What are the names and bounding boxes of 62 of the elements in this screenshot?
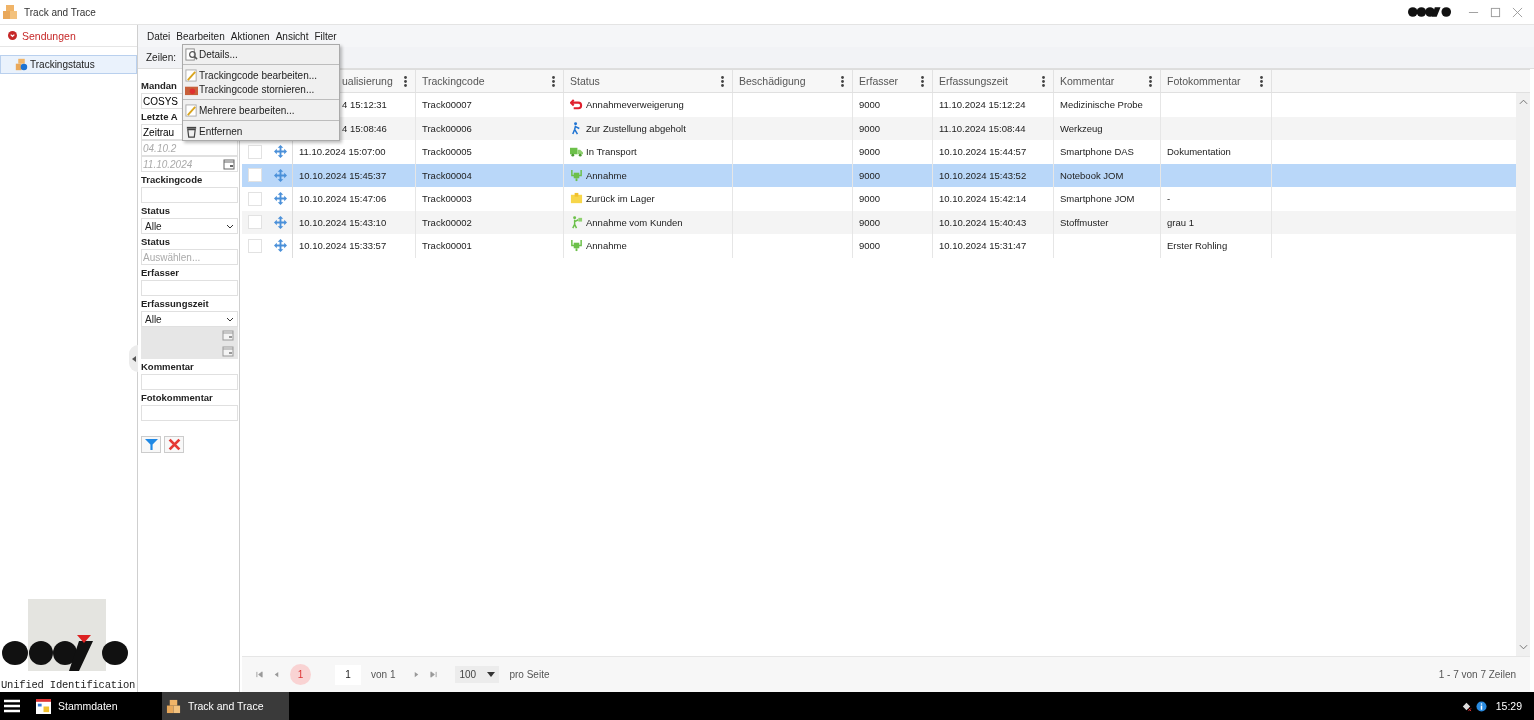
table-cell: Werkzeug	[1060, 122, 1103, 134]
table-cell: 10.10.2024 15:43:52	[939, 169, 1027, 181]
table-cell: 11.10.2024 15:12:24	[939, 99, 1026, 111]
filter-label: Mandan	[141, 79, 177, 93]
rows-label: Zeilen:	[146, 52, 176, 63]
table-cell: 9000	[859, 216, 881, 228]
table-cell: Annahme	[586, 240, 627, 252]
row-summary: 1 - 7 von 7 Zeilen	[1438, 669, 1516, 680]
table-cell: Track00001	[422, 240, 472, 252]
table-cell: 10.10.2024 15:43:10	[299, 216, 387, 228]
table-cell: 10.10.2024 15:33:57	[299, 240, 387, 252]
table-cell: 9000	[859, 169, 881, 181]
table-cell: Zurück im Lager	[586, 193, 655, 205]
table-cell: Smartphone JOM	[1060, 193, 1135, 205]
table-cell: 11.10.2024 15:07:00	[299, 146, 386, 158]
table-cell: Zur Zustellung abgeholt	[586, 122, 686, 134]
clock: 15:29	[1495, 700, 1522, 712]
table-cell: Annahme vom Kunden	[586, 216, 683, 228]
filter-label: Erfasser	[141, 266, 180, 280]
table-cell: Annahmeverweigerung	[586, 99, 684, 111]
table-cell: 9000	[859, 99, 881, 111]
table-cell: 10.10.2024 15:47:06	[299, 193, 387, 205]
table-cell: 4 15:08:46	[342, 122, 387, 134]
page-size-label: pro Seite	[509, 669, 550, 680]
table-cell: Medizinische Probe	[1060, 99, 1143, 111]
filter-label: Letzte A	[141, 110, 178, 124]
table-cell: 9000	[859, 193, 881, 205]
table-cell: grau 1	[1167, 216, 1194, 228]
filter-label: Kommentar	[141, 360, 194, 374]
table-cell: Track00005	[422, 146, 472, 158]
table-cell: Track00002	[422, 216, 472, 228]
table-cell: In Transport	[586, 146, 637, 158]
table-cell: Notebook JOM	[1060, 169, 1124, 181]
table-cell: 10.10.2024 15:42:14	[939, 193, 1027, 205]
logo-caption: Unified Identification	[1, 679, 136, 691]
section-title: Sendungen	[22, 29, 76, 42]
filter-label: Trackingcode	[141, 173, 203, 187]
table-cell: Smartphone DAS	[1060, 146, 1134, 158]
table-cell: Track00006	[422, 122, 472, 134]
table-cell: 4 15:12:31	[342, 99, 387, 111]
filter-label: Erfassungszeit	[141, 297, 209, 311]
filter-label: Fotokommentar	[141, 391, 213, 405]
table-cell: 11.10.2024 15:08:44	[939, 122, 1026, 134]
filter-label: Status	[141, 235, 171, 249]
table-cell: Track00003	[422, 193, 472, 205]
window-title: Track and Trace	[24, 6, 96, 18]
table-cell: 9000	[859, 146, 881, 158]
table-cell: Annahme	[586, 169, 627, 181]
table-cell: Track00004	[422, 169, 472, 181]
table-cell: Dokumentation	[1167, 146, 1231, 158]
table-cell: 10.10.2024 15:40:43	[939, 216, 1027, 228]
table-cell: 10.10.2024 15:31:47	[939, 240, 1027, 252]
filter-label: Status	[141, 204, 171, 218]
page-total: von 1	[371, 669, 396, 680]
table-cell: 10.10.2024 15:44:57	[939, 146, 1027, 158]
table-cell: 10.10.2024 15:45:37	[299, 169, 387, 181]
table-cell: -	[1167, 193, 1171, 205]
table-cell: Stoffmuster	[1060, 216, 1109, 228]
table-cell: Erster Rohling	[1167, 240, 1228, 252]
table-cell: 9000	[859, 240, 881, 252]
table-cell: Track00007	[422, 99, 472, 111]
table-cell: 9000	[859, 122, 881, 134]
